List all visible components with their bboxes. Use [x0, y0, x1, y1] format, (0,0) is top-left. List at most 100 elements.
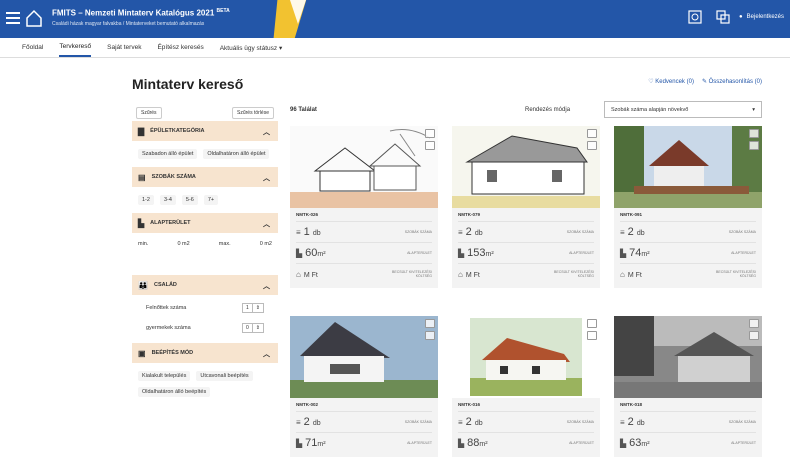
house-photo-image	[614, 316, 762, 398]
area-icon: ▙	[458, 249, 465, 258]
user-icon: ●	[739, 14, 743, 20]
area-max-input[interactable]: 0 m2	[260, 241, 272, 247]
house-icon: ⌂	[458, 270, 463, 279]
house-render-image	[452, 316, 600, 398]
compare-icon[interactable]	[749, 331, 759, 340]
user-menu[interactable]: ● Bejelentkezés	[739, 14, 784, 20]
home-icon[interactable]	[24, 8, 44, 28]
rooms-option[interactable]: 7+	[203, 195, 219, 205]
compare-icon[interactable]	[587, 331, 597, 340]
app-header: FMITS – Nemzeti Mintaterv Katalógus 2021…	[0, 0, 790, 38]
family-icon: 👪	[138, 280, 148, 290]
plan-card[interactable]: NMTK-018 ≡ 2 db SZOBÁK SZÁMA ▙ 63m² ALAPTERÜ…	[614, 316, 762, 457]
category-option[interactable]: Oldalhatáron álló épület	[203, 149, 270, 159]
plan-code: NMTK-018	[620, 402, 643, 407]
heart-icon[interactable]	[749, 319, 759, 328]
nav-my-plans[interactable]: Saját tervek	[107, 39, 141, 56]
sort-label: Rendezés módja	[525, 107, 571, 113]
heart-icon[interactable]	[587, 129, 597, 138]
area-icon: ▙	[620, 249, 627, 258]
house-icon: ⌂	[620, 270, 625, 279]
bed-icon: ▤	[138, 172, 146, 182]
favorites-icon[interactable]	[688, 10, 702, 24]
filter-search-chip[interactable]: Szűrés	[136, 107, 162, 119]
plan-card[interactable]: NMTK-079 ≡ 2 db SZOBÁK SZÁMA ▙ 153m² ALAPTER…	[452, 126, 600, 288]
compare-icon[interactable]	[425, 141, 435, 150]
adults-stepper[interactable]: 1 ⇕	[242, 303, 264, 313]
compare-icon[interactable]	[425, 331, 435, 340]
plan-code: NMTK-079	[458, 212, 481, 217]
filter-group-building-mode[interactable]: ▣ BEÉPÍTÉS MÓD ︿	[132, 343, 278, 363]
compare-link[interactable]: ✎ Összehasonlítás (0)	[702, 78, 762, 85]
building-mode-option[interactable]: Oldalhatáron álló beépítés	[138, 387, 211, 397]
app-title: FMITS – Nemzeti Mintaterv Katalógus 2021…	[52, 8, 230, 18]
children-stepper[interactable]: 0 ⇕	[242, 323, 264, 333]
chevron-up-icon: ︿	[263, 221, 270, 228]
filter-sidebar: Szűrés Szűrés törlése ▇ ÉPÜLETKATEGÓRIA ︿ …	[132, 105, 278, 405]
nav-architect-search[interactable]: Építész keresés	[157, 39, 203, 56]
area-icon: ▙	[296, 249, 303, 258]
nav-case-status[interactable]: Aktuális ügy státusz ▾	[220, 39, 283, 57]
filter-group-family[interactable]: 👪 CSALÁD ︿	[132, 275, 278, 295]
heart-icon[interactable]	[425, 129, 435, 138]
rooms-icon: ≡	[296, 418, 301, 427]
chevron-up-icon: ︿	[263, 129, 270, 136]
rooms-icon: ≡	[458, 228, 463, 237]
rooms-icon: ≡	[620, 418, 625, 427]
chevron-up-icon: ︿	[263, 351, 270, 358]
house-sketch-image	[290, 126, 438, 208]
house-icon: ⌂	[296, 270, 301, 279]
heart-icon[interactable]	[749, 129, 759, 138]
filter-group-rooms[interactable]: ▤ SZOBÁK SZÁMA ︿	[132, 167, 278, 187]
brand-logo-icon	[273, 0, 307, 38]
chevron-up-icon: ︿	[263, 283, 270, 290]
area-icon: ▙	[458, 439, 465, 448]
house-render-image	[290, 316, 438, 398]
rooms-icon: ≡	[458, 418, 463, 427]
rooms-option[interactable]: 3-4	[159, 195, 176, 205]
plan-code: NMTK-016	[458, 402, 481, 407]
plan-card[interactable]: NMTK-002 ≡ 2 db SZOBÁK SZÁMA ▙ 71m² ALAPTERÜ…	[290, 316, 438, 457]
area-icon: ▙	[620, 439, 627, 448]
building-mode-option[interactable]: Kialakult település	[138, 371, 191, 381]
sort-select[interactable]: Szobák száma alapján növekvő ▾	[604, 101, 762, 118]
category-option[interactable]: Szabadon álló épület	[138, 149, 198, 159]
area-icon: ▙	[138, 218, 145, 228]
rooms-option[interactable]: 1-2	[138, 195, 154, 205]
compare-icon[interactable]	[749, 141, 759, 150]
reset-filters-button[interactable]: Szűrés törlése	[232, 107, 274, 119]
rooms-option[interactable]: 5-6	[181, 195, 198, 205]
nav-home[interactable]: Főoldal	[22, 39, 43, 56]
page-title: Mintaterv kereső	[132, 76, 244, 92]
house-render-image	[614, 126, 762, 208]
main-nav: Főoldal Tervkereső Saját tervek Építész …	[0, 38, 790, 58]
filter-group-area[interactable]: ▙ ALAPTERÜLET ︿	[132, 213, 278, 233]
plan-card[interactable]: NMTK-026 ≡ 1 db SZOBÁK SZÁMA ▙ 60m² ALAPTERÜ…	[290, 126, 438, 288]
hamburger-menu-icon[interactable]	[6, 9, 20, 29]
rooms-icon: ≡	[296, 228, 301, 237]
app-subtitle: Családi házak magyar falvakba / Mintater…	[52, 21, 205, 27]
chart-icon: ▇	[138, 126, 145, 136]
heart-icon[interactable]	[425, 319, 435, 328]
building-icon: ▣	[138, 348, 146, 358]
area-min-label: min.	[138, 241, 149, 247]
plan-code: NMTK-026	[296, 212, 319, 217]
plan-card[interactable]: NMTK-091 ≡ 2 db SZOBÁK SZÁMA ▙ 74m² ALAPTERÜ…	[614, 126, 762, 288]
rooms-icon: ≡	[620, 228, 625, 237]
nav-plan-search[interactable]: Tervkereső	[59, 38, 92, 57]
children-label: gyermekek száma	[146, 325, 191, 331]
heart-icon[interactable]	[587, 319, 597, 328]
chevron-down-icon: ▾	[752, 106, 755, 113]
filter-group-category[interactable]: ▇ ÉPÜLETKATEGÓRIA ︿	[132, 121, 278, 141]
compare-icon[interactable]	[716, 10, 730, 24]
compare-icon[interactable]	[587, 141, 597, 150]
results-count: 96 Találat	[290, 107, 317, 113]
plan-code: NMTK-091	[620, 212, 643, 217]
area-max-label: max.	[218, 241, 231, 247]
house-photo-image	[452, 126, 600, 208]
building-mode-option[interactable]: Utcavonali beépítés	[196, 371, 253, 381]
adults-label: Felnőttek száma	[146, 305, 187, 311]
area-min-input[interactable]: 0 m2	[177, 241, 189, 247]
favorites-link[interactable]: ♡ Kedvencek (0)	[648, 78, 694, 85]
plan-card[interactable]: NMTK-016 ≡ 2 db SZOBÁK SZÁMA ▙ 88m² ALAPTERÜ…	[452, 316, 600, 457]
